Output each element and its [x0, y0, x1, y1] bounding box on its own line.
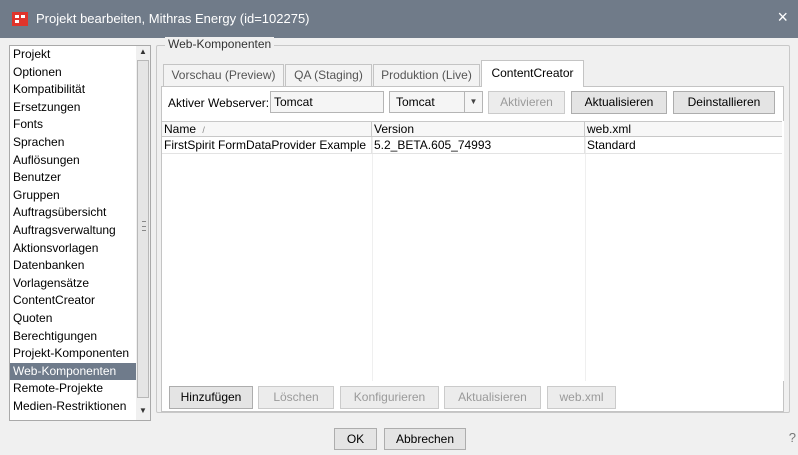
update-webserver-button[interactable]: Aktualisieren [571, 91, 667, 114]
web-components-table[interactable]: Name / Version web.xml FirstSpirit FormD… [162, 121, 784, 381]
column-header-name[interactable]: Name / [162, 122, 372, 137]
column-divider [585, 137, 586, 381]
sidebar-item-optionen[interactable]: Optionen [10, 64, 149, 82]
column-divider [372, 137, 373, 381]
cell-version: 5.2_BETA.605_74993 [372, 137, 585, 153]
nav-scrollbar[interactable]: ▲ ▼ [136, 45, 151, 421]
sidebar-item-berechtigungen[interactable]: Berechtigungen [10, 328, 149, 346]
column-header-webxml[interactable]: web.xml [585, 122, 782, 137]
sidebar-item-quoten[interactable]: Quoten [10, 310, 149, 328]
active-webserver-label: Aktiver Webserver: [168, 96, 270, 110]
uninstall-button[interactable]: Deinstallieren [673, 91, 775, 114]
sidebar-item-benutzer[interactable]: Benutzer [10, 169, 149, 187]
webserver-select-value: Tomcat [396, 95, 435, 109]
delete-button[interactable]: Löschen [258, 386, 334, 409]
scroll-up-icon[interactable]: ▲ [137, 47, 149, 60]
webxml-button[interactable]: web.xml [547, 386, 616, 409]
add-button[interactable]: Hinzufügen [169, 386, 253, 409]
group-title: Web-Komponenten [165, 37, 275, 51]
sidebar-item-kompatibilität[interactable]: Kompatibilität [10, 81, 149, 99]
cancel-button[interactable]: Abbrechen [384, 428, 466, 450]
sidebar-item-auftragsübersicht[interactable]: Auftragsübersicht [10, 204, 149, 222]
grip-icon [142, 221, 146, 231]
table-row[interactable]: FirstSpirit FormDataProvider Example 5.2… [162, 137, 782, 154]
cell-webxml: Standard [587, 138, 636, 152]
active-webserver-field: Tomcat [270, 91, 384, 113]
close-icon[interactable]: × [777, 8, 788, 26]
window-title: Projekt bearbeiten, Mithras Energy (id=1… [36, 11, 310, 26]
sidebar-item-remote-projekte[interactable]: Remote-Projekte [10, 380, 149, 398]
ok-button[interactable]: OK [334, 428, 377, 450]
sidebar-item-datenbanken[interactable]: Datenbanken [10, 257, 149, 275]
activate-button[interactable]: Aktivieren [488, 91, 565, 114]
sidebar-item-vorlagensätze[interactable]: Vorlagensätze [10, 275, 149, 293]
sidebar-item-auftragsverwaltung[interactable]: Auftragsverwaltung [10, 222, 149, 240]
scroll-down-icon[interactable]: ▼ [137, 406, 149, 419]
column-header-name-label: Name [164, 122, 197, 136]
sort-icon: / [202, 125, 205, 135]
sidebar-item-projekt[interactable]: Projekt [10, 46, 149, 64]
update-component-button[interactable]: Aktualisieren [444, 386, 541, 409]
help-icon[interactable]: ? [789, 430, 796, 445]
sidebar-item-auflösungen[interactable]: Auflösungen [10, 152, 149, 170]
sidebar-item-contentcreator[interactable]: ContentCreator [10, 292, 149, 310]
sidebar-item-gruppen[interactable]: Gruppen [10, 187, 149, 205]
sidebar-item-aktionsvorlagen[interactable]: Aktionsvorlagen [10, 240, 149, 258]
configure-button[interactable]: Konfigurieren [340, 386, 439, 409]
tab-contentcreator[interactable]: ContentCreator [481, 60, 584, 87]
sidebar-item-web-komponenten[interactable]: Web-Komponenten [10, 362, 149, 381]
sidebar-item-fonts[interactable]: Fonts [10, 116, 149, 134]
webserver-select[interactable]: Tomcat ▼ [389, 91, 483, 113]
tab-preview[interactable]: Vorschau (Preview) [163, 64, 284, 86]
sidebar-item-ersetzungen[interactable]: Ersetzungen [10, 99, 149, 117]
sidebar-item-projekt-komponenten[interactable]: Projekt-Komponenten [10, 345, 149, 363]
column-header-version[interactable]: Version [372, 122, 585, 137]
scroll-thumb[interactable] [137, 60, 149, 398]
chevron-down-icon[interactable]: ▼ [464, 92, 482, 112]
settings-nav-list[interactable]: Projekt Optionen Kompatibilität Ersetzungen… [9, 45, 150, 421]
sidebar-item-medien-restriktionen[interactable]: Medien-Restriktionen [10, 398, 149, 416]
tab-staging[interactable]: QA (Staging) [285, 64, 372, 86]
cell-name: FirstSpirit FormDataProvider Example [162, 137, 372, 153]
tab-live[interactable]: Produktion (Live) [373, 64, 480, 86]
firstspirit-app-icon [12, 12, 28, 26]
title-bar: Projekt bearbeiten, Mithras Energy (id=1… [0, 0, 798, 38]
sidebar-item-sprachen[interactable]: Sprachen [10, 134, 149, 152]
table-header: Name / Version web.xml [162, 121, 782, 137]
